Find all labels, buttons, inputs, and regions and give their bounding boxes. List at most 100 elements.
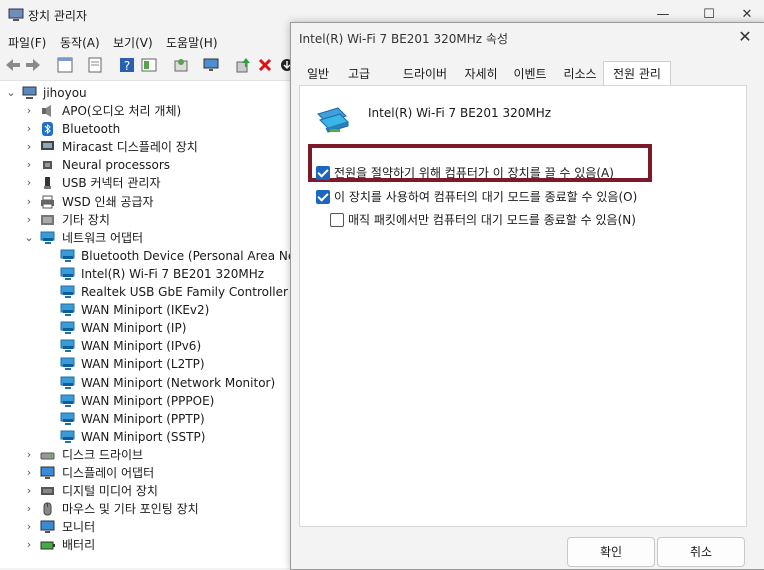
view-icon[interactable] — [140, 56, 158, 74]
window-title: 장치 관리자 — [28, 9, 88, 23]
chevron-right-icon[interactable]: › — [24, 446, 34, 464]
uninstall-icon[interactable] — [256, 56, 274, 74]
network-icon — [60, 376, 75, 389]
mouse-icon — [43, 502, 52, 516]
tree-item-label: Neural processors — [62, 158, 171, 172]
tree-child-item-label: WAN Miniport (IP) — [81, 321, 187, 335]
tree-child-item-label: WAN Miniport (Network Monitor) — [81, 376, 276, 390]
tree-item-label: 모니터 — [62, 520, 96, 534]
tree-child-item-label: Intel(R) Wi-Fi 7 BE201 320MHz — [81, 267, 265, 281]
option-magic-packet-label: 매직 패킷에서만 컴퓨터의 대기 모드를 종료할 수 있음(N) — [348, 213, 636, 227]
chevron-right-icon[interactable]: › — [24, 211, 34, 229]
dialog-title: Intel(R) Wi-Fi 7 BE201 320MHz 속성 — [299, 32, 508, 46]
network-icon — [60, 430, 75, 443]
tree-child-item-label: WAN Miniport (PPTP) — [81, 412, 205, 426]
tree-item-label: Miracast 디스플레이 장치 — [62, 140, 198, 154]
tree-child-item-label: WAN Miniport (IKEv2) — [81, 303, 210, 317]
help-icon[interactable]: ? — [118, 56, 136, 74]
tree-item-label: 네트워크 어댑터 — [62, 231, 144, 245]
chevron-right-icon[interactable]: › — [24, 464, 34, 482]
option-allow-wake-label: 이 장치를 사용하여 컴퓨터의 대기 모드를 종료할 수 있음(O) — [334, 190, 638, 204]
tree-child-item-label: Realtek USB GbE Family Controller — [81, 285, 288, 299]
chevron-down-icon[interactable]: ⌄ — [24, 229, 34, 247]
menu-action[interactable]: 동작(A) — [60, 34, 100, 51]
battery-icon — [40, 541, 55, 550]
properties-dialog: Intel(R) Wi-Fi 7 BE201 320MHz 속성 ✕ 일반 고급… — [290, 22, 764, 570]
chevron-right-icon[interactable]: › — [24, 482, 34, 500]
option-allow-turn-off-label: 전원을 절약하기 위해 컴퓨터가 이 장치를 끌 수 있음(A) — [334, 166, 614, 180]
chevron-right-icon[interactable]: › — [24, 536, 34, 554]
bluetooth-icon — [42, 122, 53, 136]
network-icon — [60, 303, 75, 316]
menu-file[interactable]: 파일(F) — [8, 34, 46, 51]
chevron-right-icon[interactable]: › — [24, 120, 34, 138]
update-driver-icon[interactable] — [234, 56, 252, 74]
chevron-right-icon[interactable]: › — [24, 518, 34, 536]
tree-root-label: jihoyou — [43, 86, 87, 100]
tree-item-label: 디스크 드라이브 — [62, 448, 144, 462]
network-icon — [60, 357, 75, 370]
tab-general[interactable]: 일반 — [299, 63, 337, 85]
tab-driver[interactable]: 드라이버 — [395, 63, 455, 85]
menu-help[interactable]: 도움말(H) — [166, 34, 218, 51]
tree-item-label: USB 커넥터 관리자 — [62, 176, 161, 190]
chevron-down-icon[interactable]: ⌄ — [6, 84, 16, 102]
tab-resources[interactable]: 리소스 — [557, 63, 603, 85]
forward-arrow-icon[interactable] — [24, 56, 42, 74]
tab-events[interactable]: 이벤트 — [507, 63, 553, 85]
monitor-icon[interactable] — [202, 56, 220, 74]
device-tree: ⌄ jihoyou › APO(오디오 처리 개체) › Bluetooth › Mira… — [0, 82, 300, 568]
speaker-icon — [42, 105, 51, 117]
device-name: Intel(R) Wi-Fi 7 BE201 320MHz — [368, 106, 552, 120]
tab-power-management[interactable]: 전원 관리 — [603, 61, 671, 87]
chevron-right-icon[interactable]: › — [24, 500, 34, 518]
tree-child-item-label: WAN Miniport (IPv6) — [81, 339, 202, 353]
tree-item-label: 마우스 및 기타 포인팅 장치 — [62, 502, 199, 516]
tree-item-label: 기타 장치 — [62, 213, 110, 227]
cancel-button[interactable]: 취소 — [657, 537, 745, 567]
menu-view[interactable]: 보기(V) — [113, 34, 153, 51]
chevron-right-icon[interactable]: › — [24, 138, 34, 156]
checkbox-checked-icon[interactable] — [316, 190, 330, 204]
checkbox-checked-icon[interactable] — [316, 166, 330, 180]
disk-icon — [40, 452, 55, 460]
chevron-right-icon[interactable]: › — [24, 102, 34, 120]
media-icon — [41, 487, 54, 495]
back-arrow-icon[interactable] — [4, 56, 22, 74]
tree-item-label: WSD 인쇄 공급자 — [62, 195, 154, 209]
chevron-right-icon[interactable]: › — [24, 174, 34, 192]
ok-button[interactable]: 확인 — [567, 537, 655, 567]
network-icon — [60, 285, 75, 298]
properties-pane-icon[interactable] — [56, 56, 74, 74]
tree-item-label: 디스플레이 어댑터 — [62, 466, 155, 480]
tree-item-label: 배터리 — [62, 538, 96, 552]
tree-item-label: Bluetooth — [62, 122, 121, 136]
tree-item-label: APO(오디오 처리 개체) — [62, 104, 182, 118]
chevron-right-icon[interactable]: › — [24, 193, 34, 211]
dialog-close-icon[interactable]: ✕ — [735, 27, 755, 47]
monitor-icon — [40, 466, 55, 479]
display-icon — [41, 141, 54, 150]
checkbox-unchecked-icon[interactable] — [330, 213, 344, 227]
scan-hardware-icon[interactable] — [172, 56, 190, 74]
network-icon — [60, 321, 75, 334]
tree-item-label: 디지털 미디어 장치 — [62, 484, 158, 498]
tree-child-item-label: WAN Miniport (SSTP) — [81, 430, 206, 444]
power-management-panel: Intel(R) Wi-Fi 7 BE201 320MHz 전원을 절약하기 위… — [299, 85, 747, 527]
monitor-icon — [40, 520, 55, 533]
tab-details[interactable]: 자세히 — [459, 63, 503, 85]
network-icon — [60, 394, 75, 407]
usb-icon — [44, 177, 51, 189]
network-icon — [60, 267, 75, 280]
network-icon — [40, 231, 55, 244]
document-icon[interactable] — [86, 56, 104, 74]
network-icon — [60, 412, 75, 425]
tree-child-item-label: WAN Miniport (PPPOE) — [81, 394, 215, 408]
chevron-right-icon[interactable]: › — [24, 156, 34, 174]
tab-advanced[interactable]: 고급 — [339, 63, 379, 85]
network-adapter-icon — [317, 107, 349, 133]
svg-text:?: ? — [124, 59, 130, 73]
chip-icon — [43, 161, 52, 169]
unknown-device-icon — [41, 215, 54, 225]
device-manager-icon — [8, 8, 24, 21]
